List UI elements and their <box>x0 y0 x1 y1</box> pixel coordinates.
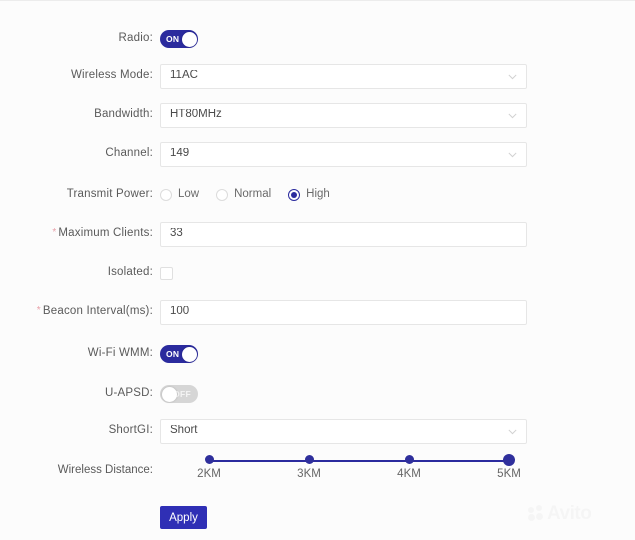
wireless-mode-select[interactable]: 11AC <box>160 63 527 89</box>
form-row-beacon-interval: * Beacon Interval(ms): 100 <box>0 299 635 325</box>
label-radio: Radio: <box>118 32 153 45</box>
control-isolated <box>160 266 173 280</box>
toggle-knob-icon <box>181 31 197 47</box>
label-u-apsd: U-APSD: <box>104 387 153 400</box>
form-row-maximum-clients: * Maximum Clients: 33 <box>0 221 635 247</box>
wifi-wmm-toggle-state: ON <box>166 348 180 359</box>
beacon-interval-input[interactable]: 100 <box>160 299 527 325</box>
radio-option-high-label: High <box>306 188 330 201</box>
avito-watermark: Avito <box>528 503 592 524</box>
form-row-u-apsd: U-APSD: OFF <box>0 382 635 406</box>
control-wifi-wmm: ON <box>160 345 198 363</box>
label-wireless-mode: Wireless Mode: <box>70 69 153 82</box>
control-channel: 149 <box>160 141 527 167</box>
maximum-clients-input[interactable]: 33 <box>160 221 527 247</box>
radio-circle-selected-icon <box>288 189 301 201</box>
form-row-bandwidth: Bandwidth: HT80MHz <box>0 102 635 128</box>
control-transmit-power: Low Normal High <box>160 189 330 201</box>
shortgi-select[interactable]: Short <box>160 418 527 444</box>
shortgi-value: Short <box>170 425 198 437</box>
form-row-transmit-power: Transmit Power: Low Normal High <box>0 183 635 207</box>
label-wifi-wmm: Wi-Fi WMM: <box>87 347 153 360</box>
slider-tick-3km[interactable] <box>304 455 314 464</box>
slider-label-4km: 4KM <box>397 468 421 480</box>
radio-toggle-state: ON <box>166 33 180 44</box>
required-marker-icon: * <box>36 305 41 317</box>
wifi-wmm-toggle[interactable]: ON <box>160 345 198 363</box>
control-bandwidth: HT80MHz <box>160 102 527 128</box>
isolated-checkbox[interactable] <box>160 266 173 280</box>
radio-option-high[interactable]: High <box>288 189 330 201</box>
bandwidth-select[interactable]: HT80MHz <box>160 102 527 128</box>
maximum-clients-value: 33 <box>170 228 183 240</box>
wireless-distance-slider[interactable]: 2KM 3KM 4KM 5KM <box>197 451 521 497</box>
radio-circle-icon <box>216 189 229 201</box>
chevron-down-icon <box>507 426 518 437</box>
apply-button[interactable]: Apply <box>160 506 207 529</box>
radio-toggle[interactable]: ON <box>160 30 198 48</box>
wireless-settings-page: Radio: ON Wireless Mode: 11AC Bandwidth:… <box>0 0 635 540</box>
control-shortgi: Short <box>160 418 527 444</box>
slider-track[interactable] <box>209 460 509 462</box>
radio-option-low[interactable]: Low <box>160 189 199 201</box>
avito-watermark-text: Avito <box>547 503 592 524</box>
label-channel: Channel: <box>105 147 153 160</box>
chevron-down-icon <box>507 110 518 121</box>
beacon-interval-value: 100 <box>170 306 190 318</box>
form-row-wifi-wmm: Wi-Fi WMM: ON <box>0 342 635 366</box>
wireless-mode-value: 11AC <box>170 70 198 82</box>
form-row-wireless-mode: Wireless Mode: 11AC <box>0 63 635 89</box>
form-row-wireless-distance: Wireless Distance: 2KM 3KM 4KM 5KM <box>0 451 635 497</box>
form-row-radio: Radio: ON <box>0 27 635 51</box>
label-beacon-interval: * Beacon Interval(ms): <box>36 305 153 318</box>
label-isolated: Isolated: <box>107 266 153 279</box>
label-maximum-clients: * Maximum Clients: <box>52 227 153 240</box>
slider-tick-4km[interactable] <box>404 455 414 464</box>
toggle-knob-icon <box>161 386 177 402</box>
form-row-isolated: Isolated: <box>0 261 635 285</box>
u-apsd-toggle[interactable]: OFF <box>160 385 198 403</box>
slider-label-3km: 3KM <box>297 468 321 480</box>
channel-value: 149 <box>170 148 190 160</box>
form-row-channel: Channel: 149 <box>0 141 635 167</box>
form-row-shortgi: ShortGI: Short <box>0 418 635 444</box>
control-radio: ON <box>160 30 198 48</box>
required-marker-icon: * <box>52 227 57 239</box>
radio-option-low-label: Low <box>178 188 200 201</box>
avito-logo-icon <box>528 505 545 522</box>
label-bandwidth: Bandwidth: <box>94 108 153 121</box>
bandwidth-value: HT80MHz <box>170 109 222 121</box>
slider-tick-2km[interactable] <box>204 455 214 464</box>
control-u-apsd: OFF <box>160 385 198 403</box>
control-beacon-interval: 100 <box>160 299 527 325</box>
slider-label-2km: 2KM <box>197 468 221 480</box>
transmit-power-radio-group: Low Normal High <box>160 189 330 201</box>
chevron-down-icon <box>507 149 518 160</box>
label-wireless-distance: Wireless Distance: <box>57 464 153 476</box>
control-wireless-mode: 11AC <box>160 63 527 89</box>
label-shortgi: ShortGI: <box>108 424 153 437</box>
radio-option-normal[interactable]: Normal <box>216 189 271 201</box>
radio-circle-icon <box>160 189 172 201</box>
slider-handle[interactable] <box>503 453 515 466</box>
toggle-knob-icon <box>181 346 197 362</box>
control-maximum-clients: 33 <box>160 221 527 247</box>
label-transmit-power: Transmit Power: <box>66 188 153 201</box>
radio-option-normal-label: Normal <box>234 188 272 201</box>
channel-select[interactable]: 149 <box>160 141 527 167</box>
slider-label-5km: 5KM <box>497 468 521 480</box>
chevron-down-icon <box>507 71 518 82</box>
